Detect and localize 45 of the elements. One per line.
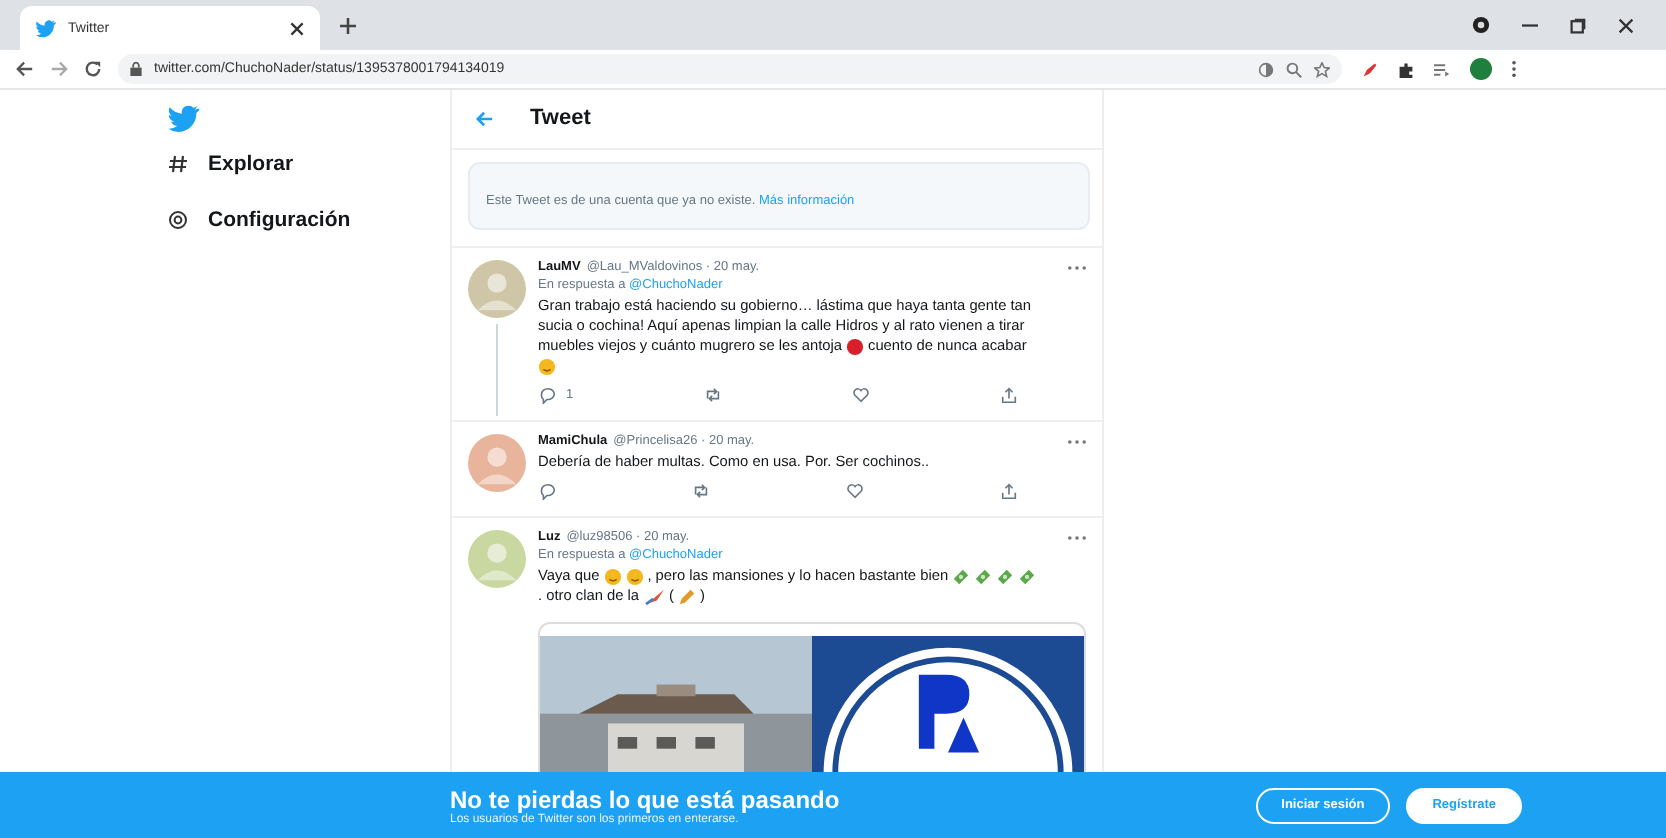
minimize-icon[interactable] bbox=[1522, 23, 1538, 27]
heart-icon[interactable] bbox=[846, 482, 864, 500]
puzzle-icon[interactable] bbox=[1398, 61, 1414, 77]
restore-icon[interactable] bbox=[1570, 17, 1586, 33]
close-icon[interactable] bbox=[1618, 17, 1634, 33]
retweet-icon[interactable] bbox=[703, 386, 722, 404]
reply-icon[interactable] bbox=[538, 482, 556, 500]
money-icon bbox=[996, 567, 1015, 585]
bird-icon bbox=[36, 19, 56, 37]
search-icon[interactable] bbox=[1286, 61, 1302, 77]
bird-icon[interactable] bbox=[168, 106, 200, 132]
close-icon[interactable] bbox=[290, 21, 304, 35]
share-icon[interactable] bbox=[1000, 386, 1018, 404]
money-icon bbox=[974, 567, 993, 585]
banner-title: No te pierdas lo que está pasando bbox=[450, 785, 840, 813]
heart-icon[interactable] bbox=[851, 386, 870, 404]
nav-item[interactable]: Explorar bbox=[168, 148, 351, 180]
pen-icon[interactable] bbox=[1362, 61, 1378, 77]
star-icon[interactable] bbox=[1314, 61, 1330, 77]
record-icon[interactable] bbox=[1472, 16, 1490, 34]
back-icon[interactable] bbox=[16, 60, 34, 78]
avatar bbox=[468, 260, 526, 318]
reload-icon[interactable] bbox=[84, 60, 102, 78]
reply-icon[interactable] bbox=[538, 386, 556, 404]
pencil-icon bbox=[678, 587, 697, 605]
retweet-icon[interactable] bbox=[692, 482, 710, 500]
avatar bbox=[468, 530, 526, 588]
money-icon bbox=[1018, 567, 1037, 585]
plus-icon[interactable] bbox=[340, 17, 356, 33]
brush-icon bbox=[643, 587, 666, 605]
hashtag-icon bbox=[168, 154, 188, 174]
page-title: Tweet bbox=[530, 106, 591, 130]
smiley-icon bbox=[603, 567, 622, 585]
lock-icon bbox=[130, 62, 142, 76]
money-icon bbox=[952, 567, 971, 585]
playlist-icon[interactable] bbox=[1434, 61, 1450, 77]
avatar bbox=[468, 434, 526, 492]
avatar[interactable] bbox=[1470, 58, 1492, 80]
smiley-icon bbox=[625, 567, 644, 585]
gear-icon bbox=[168, 210, 188, 230]
back-arrow-icon[interactable] bbox=[476, 109, 494, 127]
circle-emoji-icon bbox=[846, 337, 864, 355]
smiley-icon bbox=[538, 357, 556, 375]
nav-item[interactable]: Configuración bbox=[168, 204, 351, 236]
share-icon[interactable] bbox=[1000, 482, 1018, 500]
